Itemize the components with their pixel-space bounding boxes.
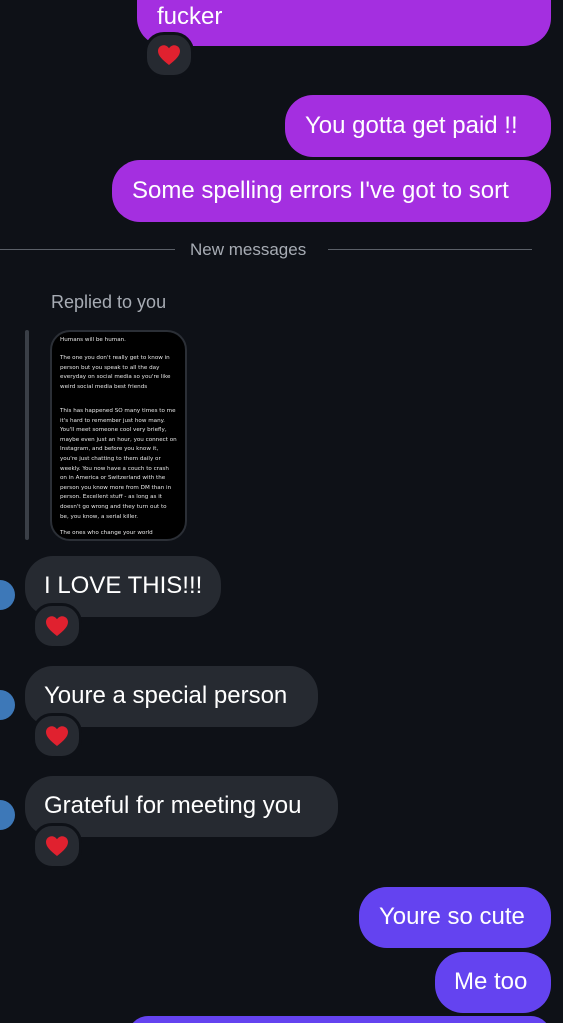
heart-icon: [46, 616, 68, 636]
outgoing-message-bubble-partial[interactable]: [128, 1016, 551, 1023]
divider-line-left: [0, 249, 175, 250]
new-messages-divider: New messages: [190, 240, 307, 259]
heart-icon: [46, 726, 68, 746]
message-text: Some spelling errors I've got to sort: [132, 177, 509, 204]
story-text-bottom: The ones who change your world whether: [60, 530, 153, 536]
message-text: Youre so cute: [379, 903, 525, 930]
chat-thread: fucker You gotta get paid !! Some spelli…: [0, 0, 563, 1023]
heart-icon: [46, 836, 68, 856]
reaction-badge[interactable]: [32, 823, 82, 869]
reaction-badge[interactable]: [32, 713, 82, 759]
story-reply-thumbnail[interactable]: Humans will be human. The one you don't …: [50, 330, 187, 541]
outgoing-message-bubble[interactable]: Some spelling errors I've got to sort: [112, 160, 551, 222]
message-text: Me too: [454, 968, 528, 995]
message-text: You gotta get paid !!: [305, 112, 518, 139]
outgoing-message-bubble[interactable]: Me too: [435, 952, 551, 1013]
heart-icon: [158, 45, 180, 65]
outgoing-message-bubble[interactable]: You gotta get paid !!: [285, 95, 551, 157]
story-text-paragraph-2: This has happened SO many times to me it…: [60, 408, 179, 520]
avatar[interactable]: [0, 580, 15, 610]
message-text: I LOVE THIS!!!: [44, 572, 203, 599]
reaction-badge[interactable]: [144, 32, 194, 78]
reply-indicator-bar: [25, 330, 29, 540]
story-text-top: Humans will be human.: [60, 337, 126, 343]
message-text: Youre a special person: [44, 682, 288, 709]
reply-label: Replied to you: [51, 292, 167, 312]
avatar[interactable]: [0, 800, 15, 830]
message-text: Grateful for meeting you: [44, 792, 302, 819]
outgoing-message-bubble[interactable]: Youre so cute: [359, 887, 551, 948]
story-text-paragraph-1: The one you don't really get to know in …: [60, 355, 173, 390]
reaction-badge[interactable]: [32, 603, 82, 649]
outgoing-message-bubble[interactable]: fucker: [137, 0, 551, 46]
divider-line-right: [328, 249, 532, 250]
avatar[interactable]: [0, 690, 15, 720]
message-text: fucker: [157, 3, 223, 30]
